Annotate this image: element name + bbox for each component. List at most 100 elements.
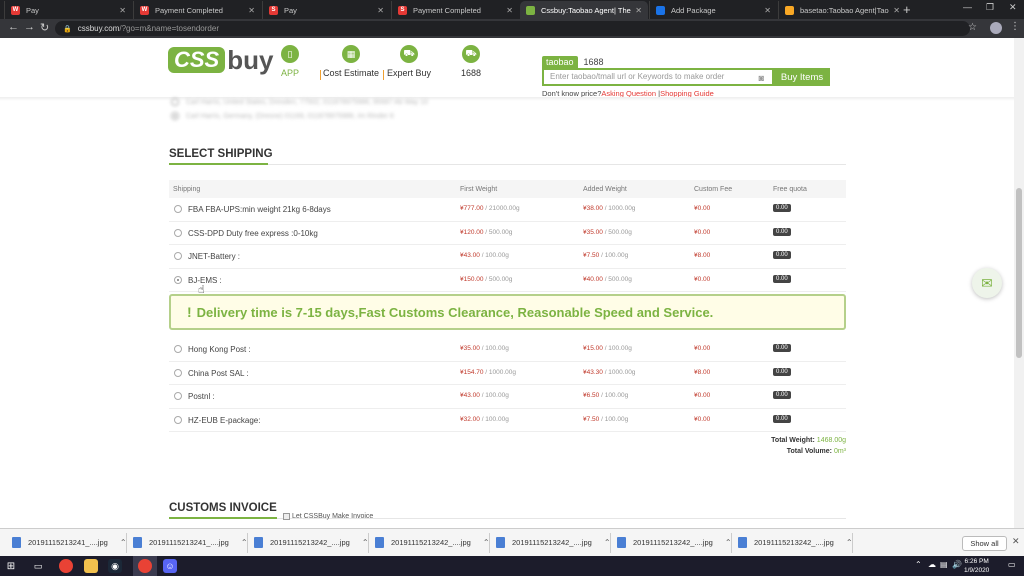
- buy-items-button[interactable]: Buy Items: [774, 68, 830, 86]
- shipping-option-row[interactable]: Postnl : ¥43.00 / 100.00g ¥6.50 / 100.00g ¥…: [169, 385, 846, 409]
- shipping-option-row[interactable]: China Post SAL : ¥154.70 / 1000.00g ¥43.30…: [169, 362, 846, 385]
- chevron-up-icon[interactable]: ⌃: [915, 560, 922, 569]
- new-tab-button[interactable]: +: [903, 2, 911, 17]
- chrome-icon[interactable]: [138, 559, 152, 573]
- cloud-icon[interactable]: ☁: [928, 560, 936, 569]
- shipping-method-name: FBA FBA-UPS:min weight 21kg 6-8days: [188, 205, 331, 214]
- address-option[interactable]: Carl Harris, Germany, (Dresne) 01169, 01…: [171, 112, 394, 120]
- tab-close-icon[interactable]: ✕: [635, 6, 642, 15]
- page-scrollbar[interactable]: [1014, 38, 1024, 528]
- tab-close-icon[interactable]: ✕: [377, 6, 384, 15]
- volume-icon[interactable]: 🔊: [952, 560, 962, 569]
- notification-icon[interactable]: ▭: [1008, 560, 1016, 569]
- tab-close-icon[interactable]: ✕: [506, 6, 513, 15]
- browser-tab[interactable]: Cssbuy:Taobao Agent| The best c ✕: [520, 1, 648, 19]
- shipping-radio[interactable]: [174, 392, 182, 400]
- download-item[interactable]: 20191115213242_....jpg ⌃: [617, 537, 732, 548]
- shipping-option-row[interactable]: FBA FBA-UPS:min weight 21kg 6-8days ¥777.…: [169, 198, 846, 222]
- network-icon[interactable]: ▤: [940, 560, 948, 569]
- shipping-option-row[interactable]: CSS-DPD Duty free express :0-10kg ¥120.00…: [169, 222, 846, 245]
- download-divider: [247, 533, 248, 553]
- close-window-icon[interactable]: ✕: [1009, 2, 1017, 13]
- download-item[interactable]: 20191115213241_....jpg ⌃: [133, 537, 248, 548]
- windows-start-icon[interactable]: ⊞: [4, 559, 18, 573]
- chrome-icon[interactable]: [59, 559, 73, 573]
- download-divider: [610, 533, 611, 553]
- custom-fee: ¥0.00: [694, 392, 711, 399]
- address-radio[interactable]: [171, 98, 179, 106]
- browser-tab[interactable]: basetao:Taobao Agent|Taobao E ✕: [778, 1, 906, 19]
- download-divider: [489, 533, 490, 553]
- minimize-icon[interactable]: —: [963, 2, 972, 12]
- address-radio[interactable]: [171, 112, 179, 120]
- download-divider: [731, 533, 732, 553]
- cssbuy-logo[interactable]: CSS buy: [168, 47, 273, 73]
- show-all-button[interactable]: Show all: [962, 536, 1007, 551]
- search-tab-taobao[interactable]: taobao: [542, 56, 578, 68]
- task-view-icon[interactable]: ▭: [31, 559, 45, 573]
- forward-icon[interactable]: →: [24, 21, 35, 33]
- nav-expert-buy[interactable]: ⛟ Expert Buy: [387, 45, 431, 78]
- nav-1688[interactable]: ⛟ 1688: [461, 45, 481, 78]
- mail-icon[interactable]: ✉: [972, 268, 1002, 298]
- browser-tab[interactable]: W Payment Completed ✕: [133, 1, 261, 19]
- nav-cost-estimate[interactable]: ▦ Cost Estimate: [323, 45, 379, 78]
- shipping-radio[interactable]: [174, 345, 182, 353]
- browser-tab[interactable]: S Payment Completed ✕: [391, 1, 519, 19]
- url-input[interactable]: 🔒 cssbuy.com/?go=m&name=tosendorder: [55, 21, 970, 36]
- section-title-underline: [169, 163, 268, 165]
- shipping-radio[interactable]: [174, 275, 182, 284]
- download-item[interactable]: 20191115213242_....jpg ⌃: [496, 537, 611, 548]
- free-quota-badge: 0.00: [773, 204, 791, 212]
- download-item[interactable]: 20191115213241_....jpg ⌃: [12, 537, 127, 548]
- make-invoice-option[interactable]: Let CSSBuy Make Invoice: [283, 513, 373, 520]
- tab-close-icon[interactable]: ✕: [248, 6, 255, 15]
- shipping-option-row[interactable]: HZ-EUB E-package: ¥32.00 / 100.00g ¥7.50 /…: [169, 409, 846, 432]
- tab-close-icon[interactable]: ✕: [893, 6, 900, 15]
- tab-close-icon[interactable]: ✕: [119, 6, 126, 15]
- download-filename: 20191115213242_....jpg: [270, 538, 350, 547]
- tab-close-icon[interactable]: ✕: [764, 6, 771, 15]
- make-invoice-checkbox[interactable]: [283, 513, 290, 520]
- discord-icon[interactable]: ☺: [163, 559, 177, 573]
- shipping-radio[interactable]: [174, 368, 182, 377]
- shipping-option-row[interactable]: Hong Kong Post : ¥35.00 / 100.00g ¥15.00 /…: [169, 338, 846, 362]
- close-downloads-icon[interactable]: ✕: [1012, 536, 1020, 547]
- shipping-radio[interactable]: [174, 228, 182, 237]
- browser-tab[interactable]: W Pay ✕: [4, 1, 132, 19]
- address-text: Carl Harris, Germany, (Dresne) 01169, 01…: [186, 112, 394, 120]
- tab-favicon-icon: [656, 5, 665, 15]
- restore-icon[interactable]: ❐: [986, 2, 994, 13]
- download-item[interactable]: 20191115213242_....jpg ⌃: [375, 537, 490, 548]
- browser-tab[interactable]: Add Package ✕: [649, 1, 777, 19]
- bookmark-star-icon[interactable]: ☆: [968, 22, 977, 33]
- reload-icon[interactable]: ↻: [40, 21, 49, 34]
- steam-icon[interactable]: ◉: [108, 559, 122, 573]
- search-tab-1688[interactable]: 1688: [584, 57, 604, 67]
- camera-icon[interactable]: ◙: [759, 73, 764, 83]
- added-weight: ¥40.00 / 500.00g: [583, 276, 632, 283]
- download-item[interactable]: 20191115213242_....jpg ⌃: [738, 537, 853, 548]
- shipping-option-row[interactable]: JNET-Battery : ¥43.00 / 100.00g ¥7.50 / 10…: [169, 245, 846, 269]
- free-quota-badge: 0.00: [773, 414, 791, 423]
- shipping-radio[interactable]: [174, 205, 182, 213]
- browser-tab-bar: W Pay ✕ W Payment Completed ✕ S Pay ✕ S Payment Co…: [0, 0, 1024, 19]
- profile-avatar[interactable]: [990, 22, 1002, 34]
- file-explorer-icon[interactable]: [84, 559, 98, 573]
- added-weight: ¥15.00 / 100.00g: [583, 345, 632, 352]
- shipping-option-row[interactable]: BJ-EMS : ¥150.00 / 500.00g ¥40.00 / 500.00…: [169, 269, 846, 292]
- address-option[interactable]: Carl Harris, United States, Dresden, 775…: [171, 98, 428, 106]
- back-icon[interactable]: ←: [8, 21, 19, 33]
- scrollbar-thumb[interactable]: [1016, 188, 1022, 358]
- shipping-radio[interactable]: [174, 252, 182, 260]
- shipping-radio[interactable]: [174, 415, 182, 424]
- first-weight-price: ¥35.00: [460, 345, 480, 352]
- nav-app[interactable]: ▯ APP: [281, 45, 299, 78]
- search-input[interactable]: Enter taobao/tmall url or Keywords to ma…: [542, 68, 774, 86]
- browser-menu-icon[interactable]: ⋮: [1010, 21, 1020, 32]
- custom-fee: ¥0.00: [694, 205, 711, 212]
- system-clock[interactable]: 6:26 PM 1/9/2020: [964, 557, 989, 575]
- download-item[interactable]: 20191115213242_....jpg ⌃: [254, 537, 369, 548]
- first-weight: ¥43.00 / 100.00g: [460, 392, 509, 399]
- browser-tab[interactable]: S Pay ✕: [262, 1, 390, 19]
